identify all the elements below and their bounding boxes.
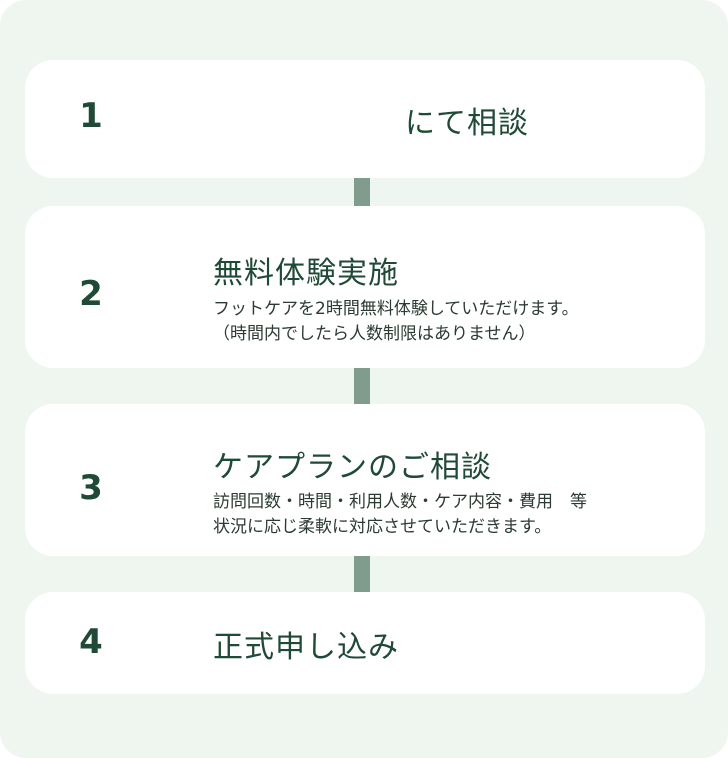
flow-panel: 1 にて相談 2 無料体験実施 フットケアを2時間無料体験していただけます。 （…	[0, 0, 728, 758]
step-description-line: フットケアを2時間無料体験していただけます。	[213, 299, 579, 319]
step-connector	[354, 554, 370, 594]
step-description-line: （時間内でしたら人数制限はありません）	[213, 324, 536, 344]
step-title: にて相談	[405, 106, 529, 141]
step-card-3: 3 ケアプランのご相談 訪問回数・時間・利用人数・ケア内容・費用 等 状況に応じ…	[25, 404, 705, 556]
step-title: 無料体験実施	[213, 256, 399, 291]
step-title: 正式申し込み	[213, 630, 399, 665]
step-title: ケアプランのご相談	[213, 450, 492, 485]
step-number: 2	[79, 274, 103, 314]
step-number: 3	[79, 468, 103, 508]
step-card-2: 2 無料体験実施 フットケアを2時間無料体験していただけます。 （時間内でしたら…	[25, 206, 705, 368]
step-description-line: 状況に応じ柔軟に対応させていただきます。	[213, 517, 552, 537]
step-number: 1	[79, 96, 103, 136]
step-description-line: 訪問回数・時間・利用人数・ケア内容・費用 等	[213, 492, 587, 512]
step-number: 4	[79, 622, 103, 662]
step-connector	[354, 176, 370, 208]
step-connector	[354, 366, 370, 406]
step-card-4: 4 正式申し込み	[25, 592, 705, 694]
step-card-1: 1 にて相談	[25, 60, 705, 178]
